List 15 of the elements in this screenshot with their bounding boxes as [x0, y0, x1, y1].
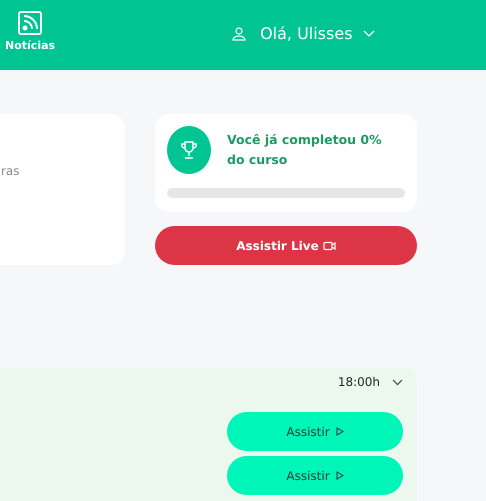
card-text: ras	[1, 164, 20, 178]
time-label: 18:00h	[338, 375, 380, 389]
user-icon	[232, 26, 246, 40]
play-icon	[336, 471, 344, 480]
chevron-down-icon	[362, 30, 375, 38]
watch-live-button[interactable]: Assistir Live	[155, 226, 417, 265]
expand-toggle[interactable]	[392, 378, 403, 386]
rss-icon	[18, 11, 42, 35]
watch-button[interactable]: Assistir	[227, 412, 403, 451]
trophy-icon	[167, 126, 211, 174]
play-icon	[336, 427, 344, 436]
chevron-down-icon	[392, 378, 403, 386]
video-camera-icon	[322, 240, 336, 250]
watch-button[interactable]: Assistir	[227, 456, 403, 495]
progress-message: Você já completou 0% do curso	[227, 131, 383, 169]
